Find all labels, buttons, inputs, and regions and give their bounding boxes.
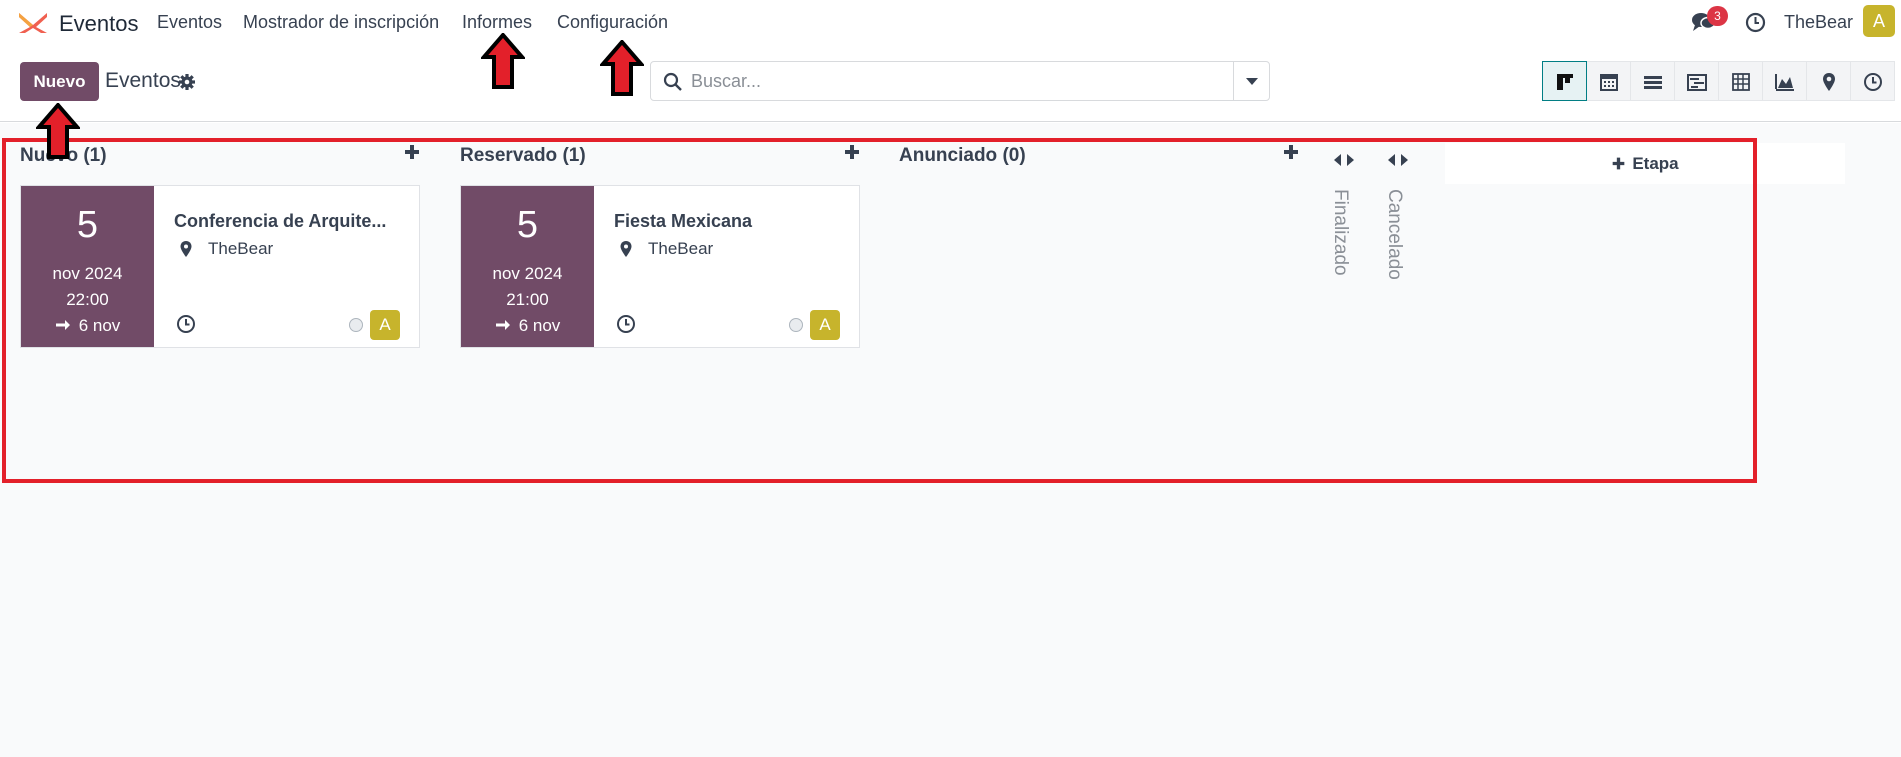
app-name[interactable]: Eventos [59,11,139,37]
user-avatar[interactable]: A [1863,5,1895,37]
control-panel: Nuevo Eventos [0,46,1901,122]
list-icon [1644,76,1662,89]
view-switcher [1542,61,1895,101]
view-gantt-button[interactable] [1674,61,1719,101]
search-bar [650,61,1270,101]
events-app-logo-icon[interactable] [16,11,50,35]
breadcrumb: Eventos [105,69,181,92]
gantt-icon [1687,74,1707,91]
annotation-arrow-up-icon [36,103,80,159]
messages-badge: 3 [1707,6,1728,26]
annotation-arrow-up-icon [481,33,525,89]
view-pivot-button[interactable] [1718,61,1763,101]
view-graph-button[interactable] [1762,61,1807,101]
view-kanban-button[interactable] [1542,61,1587,101]
search-options-toggle[interactable] [1233,62,1269,100]
activity-icon [1864,73,1882,91]
activity-clock-icon[interactable] [1745,12,1766,33]
view-list-button[interactable] [1630,61,1675,101]
pivot-icon [1732,73,1750,91]
kanban-icon [1557,74,1573,90]
annotation-highlight-box [2,138,1757,483]
menu-informes[interactable]: Informes [462,12,532,33]
annotation-arrow-up-icon [600,40,644,96]
new-button[interactable]: Nuevo [20,62,99,101]
search-icon [663,72,682,91]
company-switcher[interactable]: TheBear [1784,12,1853,33]
view-map-button[interactable] [1806,61,1851,101]
graph-icon [1775,74,1794,91]
search-input[interactable] [691,62,1211,100]
top-navbar: Eventos Eventos Mostrador de inscripción… [0,0,1901,46]
chevron-down-icon [1246,78,1258,85]
gear-icon[interactable] [178,73,196,91]
view-activity-button[interactable] [1850,61,1895,101]
menu-configuracion[interactable]: Configuración [557,12,668,33]
menu-eventos[interactable]: Eventos [157,12,222,33]
menu-mostrador-inscripcion[interactable]: Mostrador de inscripción [243,12,439,33]
map-icon [1823,73,1835,91]
calendar-icon [1600,74,1618,91]
view-calendar-button[interactable] [1586,61,1631,101]
